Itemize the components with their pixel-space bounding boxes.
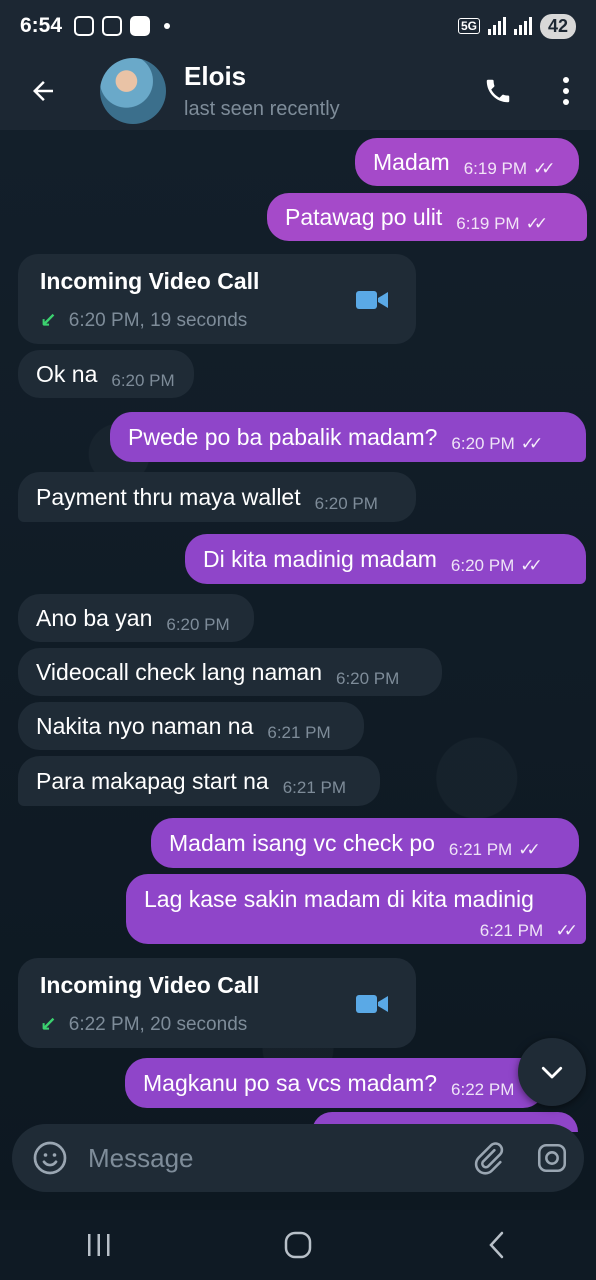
read-check-icon: ✓✓ xyxy=(520,556,542,575)
call-meta: ↙ 6:22 PM, 20 seconds xyxy=(40,1013,248,1037)
incoming-video-call-card[interactable]: Incoming Video Call ↙ 6:22 PM, 20 second… xyxy=(18,958,416,1048)
wifi-signal-icon xyxy=(487,17,506,35)
message-incoming[interactable]: Ok na 6:20 PM xyxy=(18,350,194,398)
instagram-notification-icon xyxy=(74,16,95,36)
status-bar: 6:54 5G 42 xyxy=(0,0,596,52)
back-nav-button[interactable] xyxy=(457,1215,537,1275)
message-outgoing[interactable]: Pwede po ba pabalik madam? 6:20 PM ✓✓ xyxy=(110,412,586,462)
more-notifications-dot xyxy=(164,23,171,29)
message-outgoing[interactable]: Magkanu po sa vcs madam? 6:22 PM xyxy=(125,1058,545,1108)
video-camera-icon[interactable] xyxy=(356,290,388,310)
read-check-icon: ✓✓ xyxy=(525,214,548,233)
battery-indicator: 42 xyxy=(539,13,576,39)
call-meta: ↙ 6:20 PM, 19 seconds xyxy=(40,309,248,333)
phone-icon xyxy=(486,79,510,103)
recent-apps-icon xyxy=(88,1234,110,1256)
message-input-bar xyxy=(12,1124,584,1192)
read-check-icon: ✓✓ xyxy=(555,921,578,940)
status-time: 6:54 xyxy=(20,14,63,37)
emoji-icon xyxy=(33,1141,67,1175)
message-input[interactable] xyxy=(88,1142,456,1174)
notification-icons xyxy=(74,16,171,36)
header-actions xyxy=(460,52,596,130)
chat-header: Elois last seen recently xyxy=(0,52,596,130)
back-button[interactable] xyxy=(0,52,86,130)
contact-name: Elois xyxy=(184,61,247,91)
message-incoming[interactable]: Payment thru maya wallet 6:20 PM xyxy=(18,472,416,522)
incoming-arrow-icon: ↙ xyxy=(40,1014,57,1036)
home-icon xyxy=(284,1231,312,1259)
contact-status: last seen recently xyxy=(184,98,340,120)
more-options-button[interactable] xyxy=(536,52,596,130)
message-incoming[interactable]: Para makapag start na 6:21 PM xyxy=(18,756,380,806)
incoming-video-call-card[interactable]: Incoming Video Call ↙ 6:20 PM, 19 second… xyxy=(18,254,416,344)
status-right: 5G 42 xyxy=(457,13,576,39)
network-type: 5G xyxy=(457,18,480,34)
message-outgoing[interactable]: Madam 6:19 PM ✓✓ xyxy=(355,138,579,186)
contact-info[interactable]: Elois last seen recently xyxy=(184,61,340,121)
message-incoming[interactable]: Ano ba yan 6:20 PM xyxy=(18,594,254,642)
avatar[interactable] xyxy=(100,58,166,124)
back-nav-icon xyxy=(488,1231,503,1259)
read-check-icon: ✓✓ xyxy=(518,840,540,859)
linkedin-notification-icon xyxy=(130,16,151,36)
recent-apps-button[interactable] xyxy=(59,1215,139,1275)
screenshot-notification-icon xyxy=(102,16,123,36)
read-check-icon: ✓✓ xyxy=(520,434,543,453)
attach-button[interactable] xyxy=(456,1124,520,1192)
cell-signal-icon xyxy=(513,17,532,35)
camera-button[interactable] xyxy=(520,1124,584,1192)
message-outgoing[interactable]: Lag kase sakin madam di kita madinig 6:2… xyxy=(126,874,586,944)
message-incoming[interactable]: Videocall check lang naman 6:20 PM xyxy=(18,648,442,696)
system-nav-bar xyxy=(0,1210,596,1280)
paperclip-icon xyxy=(474,1142,504,1175)
message-outgoing[interactable]: Di kita madinig madam 6:20 PM ✓✓ xyxy=(185,534,586,584)
call-title: Incoming Video Call xyxy=(40,268,260,294)
call-title: Incoming Video Call xyxy=(40,972,260,998)
message-incoming[interactable]: Nakita nyo naman na 6:21 PM xyxy=(18,702,364,750)
read-check-icon: ✓✓ xyxy=(533,159,555,178)
message-outgoing[interactable]: Madam isang vc check po 6:21 PM ✓✓ xyxy=(151,818,579,868)
home-button[interactable] xyxy=(258,1215,338,1275)
incoming-arrow-icon: ↙ xyxy=(40,310,57,332)
scroll-down-button[interactable] xyxy=(518,1038,586,1106)
emoji-button[interactable] xyxy=(12,1124,88,1192)
instagram-camera-icon xyxy=(537,1143,567,1173)
message-outgoing[interactable]: Patawag po ulit 6:19 PM ✓✓ xyxy=(267,193,587,241)
more-vert-icon xyxy=(563,77,569,83)
arrow-left-icon xyxy=(33,81,53,101)
call-button[interactable] xyxy=(460,52,536,130)
video-camera-icon[interactable] xyxy=(356,994,388,1014)
chevron-down-icon xyxy=(541,1066,563,1079)
